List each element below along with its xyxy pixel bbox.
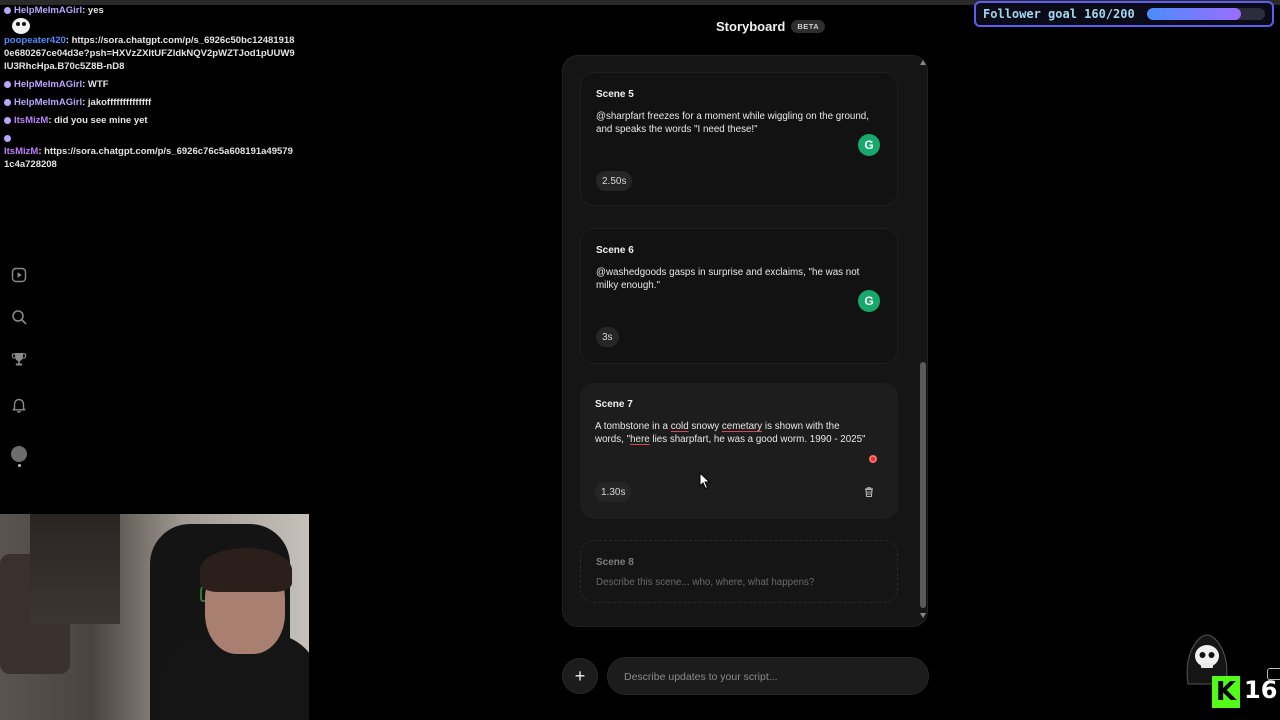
trash-icon (865, 487, 873, 498)
scroll-up-arrow-icon[interactable] (920, 60, 926, 65)
scene-title: Scene 6 (596, 245, 634, 256)
scene-placeholder[interactable]: Describe this scene... who, where, what … (596, 577, 814, 588)
spelling-flag[interactable]: cold (671, 421, 689, 432)
scene-card[interactable]: Scene 5 @sharpfart freezes for a moment … (580, 72, 898, 206)
overlay-fragment (1267, 668, 1280, 680)
duration-pill[interactable]: 3s (596, 327, 619, 347)
beta-badge: BETA (791, 20, 826, 33)
sub-badge-icon (4, 98, 11, 106)
panda-emote-icon (12, 18, 30, 34)
spelling-flag[interactable]: cemetary (722, 421, 762, 432)
chat-username: HelpMeImAGirl (14, 79, 83, 90)
kick-logo: K (1212, 676, 1240, 708)
chat-username: ItsMizM (14, 115, 49, 126)
chat-text: https://sora.chatgpt.com/p/s_6926c76c5a6… (4, 146, 293, 170)
chat-text: jakoffffffffffffff (87, 97, 152, 108)
chat-overlay: HelpMeImAGirl: yes poopeater420: https:/… (4, 4, 296, 176)
chat-username: poopeater420 (4, 35, 66, 46)
duration-pill[interactable]: 1.30s (595, 482, 632, 502)
sub-badge-icon (4, 80, 11, 88)
storyboard-scrollbar[interactable] (919, 60, 927, 618)
sub-badge-icon (4, 134, 11, 142)
trophy-icon (11, 353, 27, 366)
scene-title: Scene 5 (596, 89, 634, 100)
chat-username: ItsMizM (4, 146, 39, 157)
sub-badge-icon (4, 6, 11, 14)
chat-username: HelpMeImAGirl (14, 5, 83, 16)
play-icon (11, 267, 27, 283)
storyboard-header: Storyboard BETA (716, 19, 826, 34)
profile-avatar[interactable] (11, 446, 27, 462)
scene-title: Scene 7 (595, 399, 633, 410)
chat-username: HelpMeImAGirl (14, 97, 83, 108)
page-title: Storyboard (716, 19, 786, 34)
chat-message: HelpMeImAGirl: jakoffffffffffffff (4, 96, 296, 109)
spelling-flag[interactable]: here (630, 434, 650, 445)
scene-description[interactable]: A tombstone in a cold snowy cemetary is … (595, 420, 870, 447)
bell-icon (12, 398, 26, 413)
chat-message: HelpMeImAGirl: yes (4, 4, 296, 17)
scene-description[interactable]: @washedgoods gasps in surprise and excla… (596, 266, 871, 293)
follower-goal-progress-bar (1147, 8, 1265, 20)
nav-search-button[interactable] (9, 307, 29, 327)
nav-notifications-button[interactable] (9, 395, 29, 415)
scene-title: Scene 8 (596, 557, 634, 568)
scene-card-empty[interactable]: Scene 8 Describe this scene... who, wher… (580, 540, 898, 603)
chat-message: HelpMeImAGirl: WTF (4, 78, 296, 91)
chat-text: yes (87, 5, 104, 16)
sub-badge-icon (4, 116, 11, 124)
script-update-input[interactable] (622, 666, 916, 688)
chat-message: poopeater420: https://sora.chatgpt.com/p… (4, 35, 295, 72)
chat-message: ItsMizM: did you see mine yet (4, 114, 296, 127)
scroll-thumb[interactable] (920, 362, 926, 608)
chat-text: did you see mine yet (54, 115, 148, 126)
grammarly-icon[interactable]: G (858, 290, 880, 312)
search-icon (12, 310, 27, 325)
follower-goal-label: Follower goal 160/200 (983, 7, 1135, 21)
duration-pill[interactable]: 2.50s (596, 171, 633, 191)
scroll-down-arrow-icon[interactable] (920, 613, 926, 618)
add-scene-button[interactable]: + (562, 658, 598, 694)
kick-viewer-count: 16 (1244, 676, 1278, 704)
script-update-field[interactable] (607, 657, 929, 695)
nav-trophy-button[interactable] (9, 349, 29, 369)
recording-indicator (869, 455, 877, 463)
webcam-feed (0, 514, 309, 720)
scene-description[interactable]: @sharpfart freezes for a moment while wi… (596, 110, 871, 137)
follower-goal-progress-fill (1147, 8, 1242, 20)
grammarly-icon[interactable]: G (858, 134, 880, 156)
notification-dot (18, 464, 21, 467)
chat-text: WTF (87, 79, 109, 90)
mouse-cursor-icon (699, 472, 711, 490)
follower-goal-widget: Follower goal 160/200 (974, 1, 1274, 27)
nav-play-button[interactable] (9, 265, 29, 285)
chat-message: ItsMizM: https://sora.chatgpt.com/p/s_69… (4, 132, 296, 171)
delete-scene-button[interactable] (862, 485, 876, 499)
scene-card-active[interactable]: Scene 7 A tombstone in a cold snowy ceme… (580, 383, 898, 519)
scene-card[interactable]: Scene 6 @washedgoods gasps in surprise a… (580, 228, 898, 364)
